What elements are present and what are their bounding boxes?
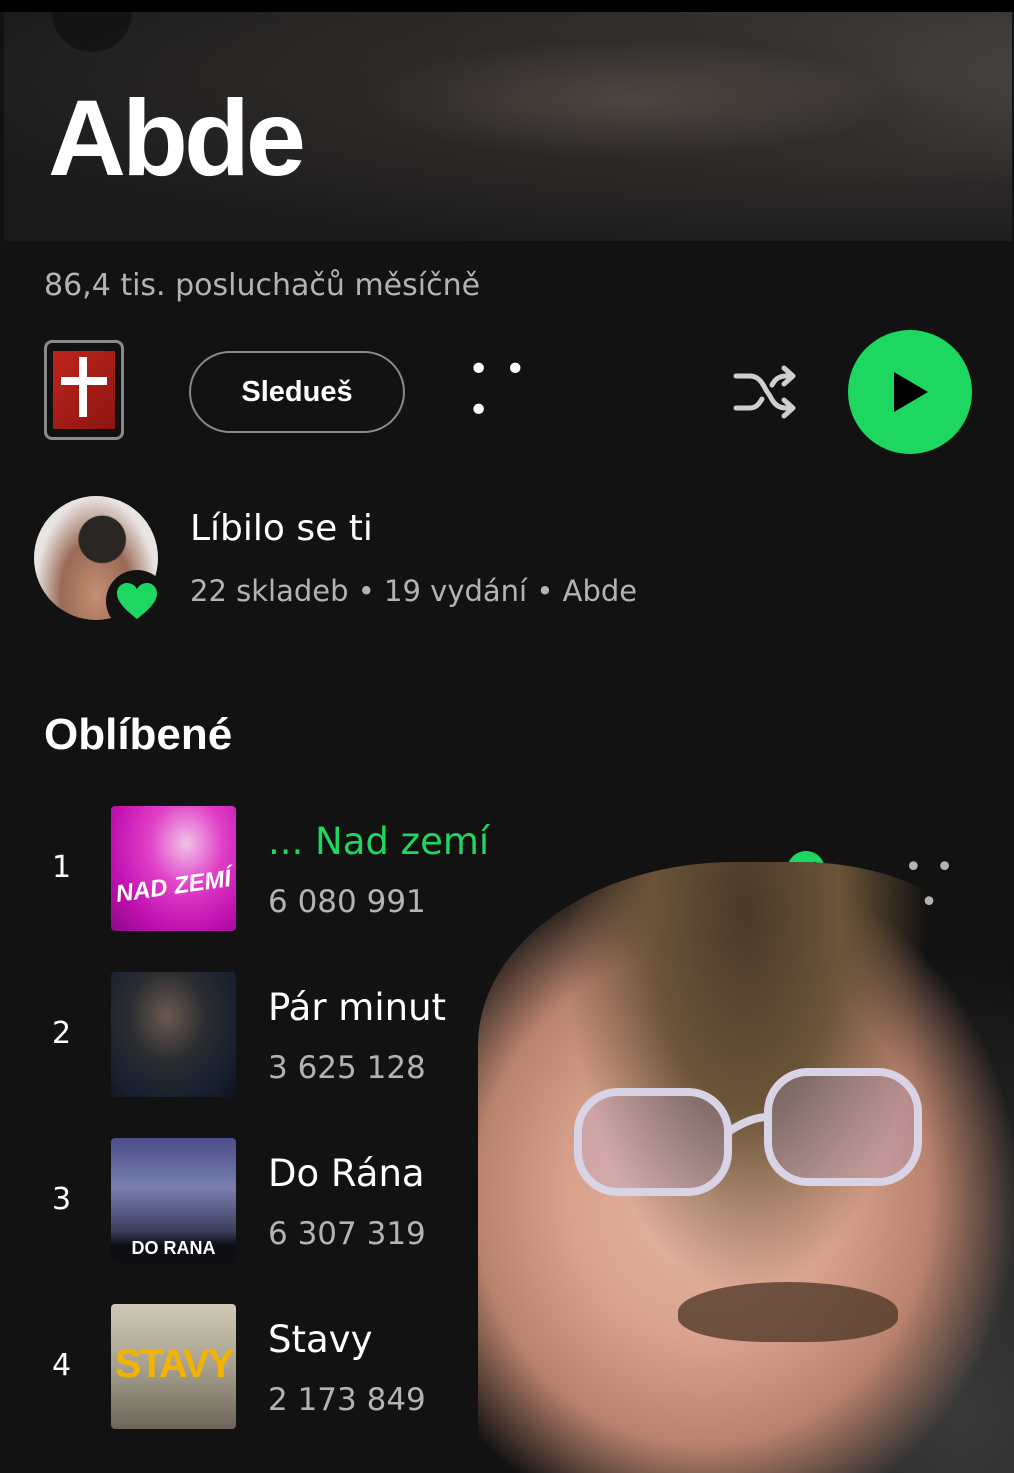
- liked-songs-title: Líbilo se ti: [190, 508, 373, 549]
- reaction-video-overlay: [478, 862, 1014, 1473]
- track-title: Stavy: [268, 1318, 373, 1361]
- track-rank: 4: [52, 1348, 72, 1383]
- liked-heart-badge: [106, 570, 168, 632]
- moustache-shape: [678, 1282, 898, 1342]
- track-cover: DO RANA: [111, 1138, 236, 1263]
- track-plays: 6 080 991: [268, 884, 426, 920]
- more-options-button[interactable]: • • •: [468, 349, 532, 431]
- back-button[interactable]: [52, 12, 132, 52]
- track-plays: 3 625 128: [268, 1050, 426, 1086]
- track-cover: STAVY: [111, 1304, 236, 1429]
- shuffle-icon: [733, 365, 796, 419]
- play-icon: [894, 372, 928, 412]
- track-more-button[interactable]: • • •: [898, 850, 962, 920]
- status-bar: [0, 0, 1014, 12]
- heart-icon: [117, 583, 157, 619]
- shuffle-button[interactable]: [732, 362, 798, 422]
- glasses-graphic: [574, 1068, 922, 1196]
- liked-songs-subtitle: 22 skladeb • 19 vydání • Abde: [190, 574, 638, 608]
- popular-heading: Oblíbené: [44, 710, 233, 759]
- track-title: Pár minut: [268, 986, 447, 1029]
- follow-button[interactable]: Sledueš: [189, 351, 405, 433]
- monthly-listeners: 86,4 tis. posluchačů měsíčně: [44, 268, 481, 303]
- track-cover: NAD ZEMÍ: [111, 806, 236, 931]
- liked-songs-row[interactable]: Líbilo se ti 22 skladeb • 19 vydání • Ab…: [34, 496, 734, 632]
- track-plays: 2 173 849: [268, 1382, 426, 1418]
- track-cover-caption: DO RANA: [131, 1238, 216, 1258]
- track-title: Do Rána: [268, 1152, 425, 1195]
- artist-name: Abde: [48, 77, 306, 198]
- track-cover-caption: STAVY: [114, 1342, 234, 1386]
- track-rank: 3: [52, 1182, 72, 1217]
- track-title: ... Nad zemí: [268, 820, 490, 863]
- more-icon: • • •: [468, 349, 528, 431]
- track-rank: 1: [52, 850, 72, 885]
- track-plays: 6 307 319: [268, 1216, 426, 1252]
- artist-header: Abde: [4, 12, 1012, 241]
- track-cover: [111, 972, 236, 1097]
- artist-release-thumbnail[interactable]: [44, 340, 124, 440]
- track-rank: 2: [52, 1016, 72, 1051]
- track-cover-caption: NAD ZEMÍ: [114, 865, 233, 908]
- play-button[interactable]: [848, 330, 972, 454]
